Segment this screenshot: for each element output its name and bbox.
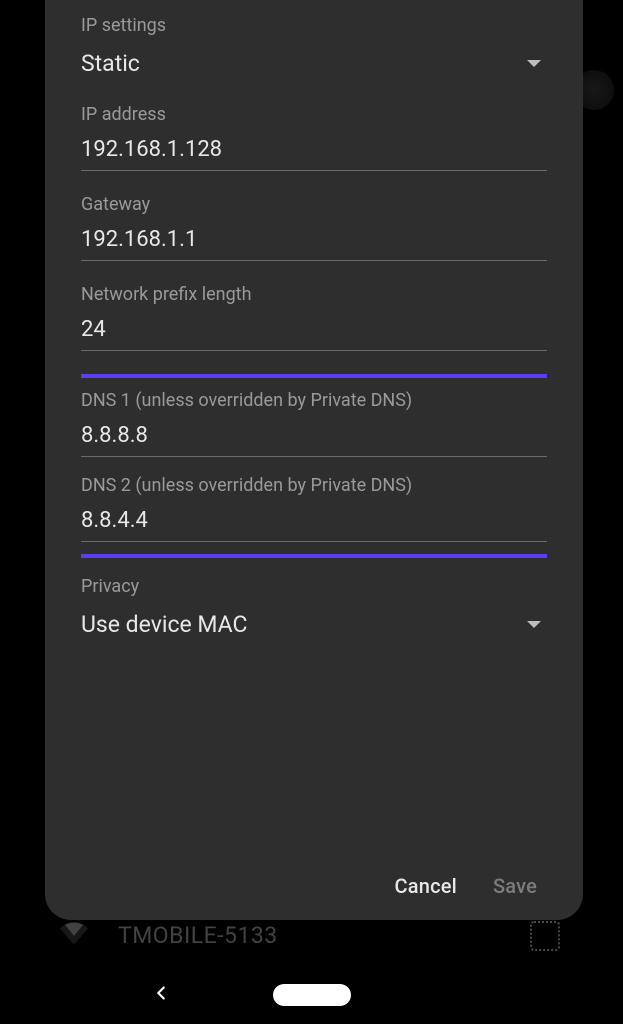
dialog-actions: Cancel Save [81, 862, 547, 902]
prefix-length-field: Network prefix length 24 [81, 284, 547, 351]
android-navbar [0, 966, 623, 1024]
chevron-down-icon [527, 621, 541, 628]
home-gesture-pill[interactable] [273, 984, 351, 1006]
back-button[interactable] [150, 982, 172, 1008]
ip-settings-value: Static [81, 50, 140, 77]
dns2-field: DNS 2 (unless overridden by Private DNS)… [81, 475, 547, 542]
privacy-value: Use device MAC [81, 611, 248, 638]
dialog-form: IP settings Static IP address 192.168.1.… [81, 15, 547, 862]
dns1-input[interactable]: 8.8.8.8 [81, 423, 547, 457]
wifi-icon [60, 919, 88, 951]
privacy-dropdown[interactable]: Use device MAC [81, 609, 547, 642]
dns2-input[interactable]: 8.8.4.4 [81, 508, 547, 542]
dns1-label: DNS 1 (unless overridden by Private DNS) [81, 390, 547, 411]
ip-settings-label: IP settings [81, 15, 547, 36]
dns2-label: DNS 2 (unless overridden by Private DNS) [81, 475, 547, 496]
gateway-field: Gateway 192.168.1.1 [81, 194, 547, 261]
background-wifi-name: TMOBILE-5133 [118, 922, 278, 949]
chevron-down-icon [527, 60, 541, 67]
ip-settings-field: IP settings Static [81, 15, 547, 81]
dns-highlight-annotation: DNS 1 (unless overridden by Private DNS)… [81, 374, 547, 558]
cancel-button[interactable]: Cancel [395, 874, 457, 898]
lock-icon [530, 921, 560, 951]
dns1-field: DNS 1 (unless overridden by Private DNS)… [81, 390, 547, 457]
ip-address-field: IP address 192.168.1.128 [81, 104, 547, 171]
ip-address-input[interactable]: 192.168.1.128 [81, 137, 547, 171]
prefix-length-label: Network prefix length [81, 284, 547, 305]
network-settings-dialog: IP settings Static IP address 192.168.1.… [45, 0, 583, 920]
gateway-label: Gateway [81, 194, 547, 215]
ip-settings-dropdown[interactable]: Static [81, 48, 547, 81]
privacy-field: Privacy Use device MAC [81, 576, 547, 642]
save-button[interactable]: Save [493, 874, 537, 898]
prefix-length-input[interactable]: 24 [81, 317, 547, 351]
privacy-label: Privacy [81, 576, 547, 597]
gateway-input[interactable]: 192.168.1.1 [81, 227, 547, 261]
background-wifi-row: TMOBILE-5133 [60, 919, 278, 951]
screen-background: TMOBILE-5133 IP settings Static IP addre… [0, 0, 623, 1024]
ip-address-label: IP address [81, 104, 547, 125]
